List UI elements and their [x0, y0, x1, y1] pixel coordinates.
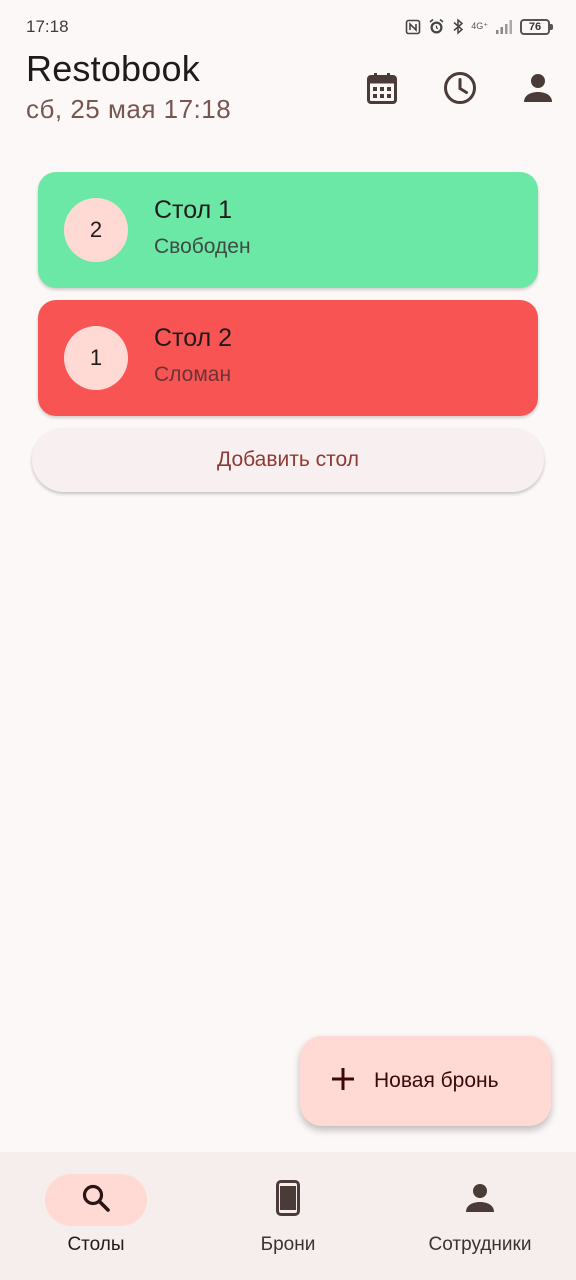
table-name: Стол 2 [154, 324, 233, 352]
seats-badge: 1 [64, 326, 128, 390]
alarm-icon [428, 18, 445, 35]
search-icon [81, 1183, 111, 1218]
table-status: Свободен [154, 235, 251, 258]
battery-icon: 76 [520, 18, 553, 35]
calendar-button[interactable] [362, 64, 402, 116]
nav-label-bookings: Брони [260, 1234, 316, 1255]
nav-label-tables: Столы [67, 1234, 125, 1255]
screen: 17:18 4G⁺ 76 Restobook сб, 25 мая 17:18 [0, 0, 576, 1280]
current-date: сб, 25 мая 17:18 [26, 94, 232, 124]
profile-button[interactable] [518, 64, 558, 116]
calendar-icon [367, 72, 397, 109]
phone-icon [276, 1179, 300, 1221]
status-time: 17:18 [26, 17, 69, 36]
person-icon [465, 1183, 495, 1218]
fab-label: Новая бронь [374, 1069, 499, 1092]
nav-item-staff[interactable]: Сотрудники [384, 1152, 576, 1280]
table-info: Стол 2 Сломан [154, 324, 232, 387]
app-title: Restobook [26, 48, 200, 89]
signal-icon [495, 19, 513, 35]
nav-item-bookings[interactable]: Брони [192, 1152, 384, 1280]
network-label: 4G⁺ [471, 21, 488, 31]
nav-icon-holder [429, 1174, 531, 1226]
nav-icon-holder [237, 1174, 339, 1226]
table-card[interactable]: 2 Стол 1 Свободен [38, 172, 538, 288]
status-icons: 4G⁺ 76 [405, 18, 553, 35]
table-card[interactable]: 1 Стол 2 Сломан [38, 300, 538, 416]
table-status: Сломан [154, 363, 232, 386]
nav-label-staff: Сотрудники [428, 1234, 532, 1255]
bottom-navigation: Столы Брони Сотрудники [0, 1152, 576, 1280]
add-table-button[interactable]: Добавить стол [32, 428, 544, 492]
new-booking-fab[interactable]: Новая бронь [300, 1036, 551, 1126]
plus-icon [330, 1066, 356, 1097]
history-button[interactable] [440, 64, 480, 116]
table-list: 2 Стол 1 Свободен 1 Стол 2 Сломан [38, 172, 538, 428]
table-info: Стол 1 Свободен [154, 196, 251, 259]
table-name: Стол 1 [154, 196, 233, 224]
bluetooth-icon [452, 18, 464, 35]
person-icon [523, 73, 553, 108]
header-actions [362, 64, 558, 116]
nfc-icon [405, 19, 421, 35]
clock-icon [443, 71, 477, 110]
nav-item-tables[interactable]: Столы [0, 1152, 192, 1280]
seats-badge: 2 [64, 198, 128, 262]
nav-active-indicator [45, 1174, 147, 1226]
